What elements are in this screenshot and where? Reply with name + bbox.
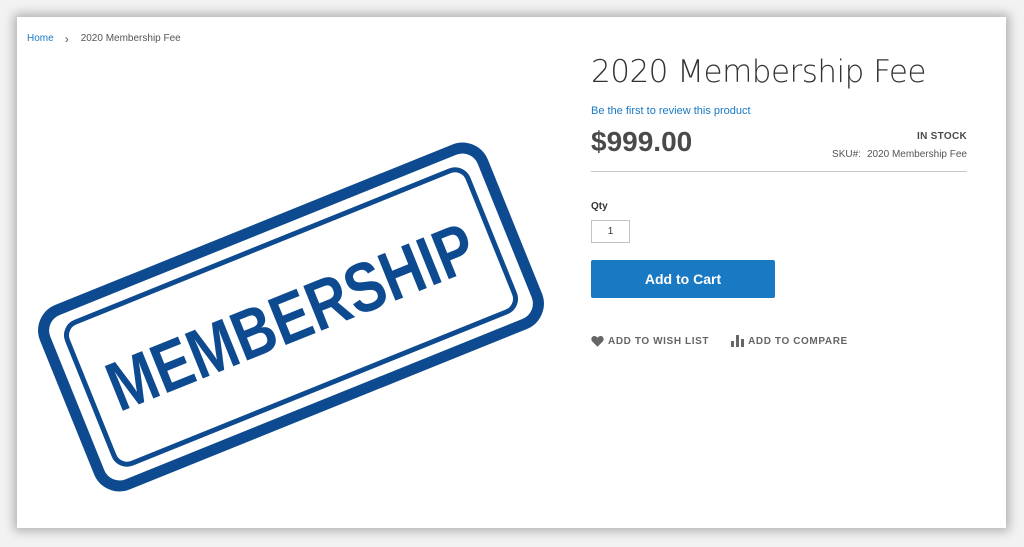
stock-status: IN STOCK bbox=[917, 131, 967, 142]
breadcrumb-current: 2020 Membership Fee bbox=[80, 33, 181, 44]
review-link[interactable]: Be the first to review this product bbox=[591, 105, 751, 117]
sku-label: SKU#: bbox=[832, 149, 861, 160]
breadcrumb: Home › 2020 Membership Fee bbox=[27, 31, 181, 46]
bar-chart-icon bbox=[731, 335, 745, 347]
membership-stamp-image: MEMBERSHIP bbox=[38, 142, 544, 492]
add-to-cart-button[interactable]: Add to Cart bbox=[591, 260, 775, 298]
breadcrumb-home-link[interactable]: Home bbox=[27, 33, 54, 44]
sku-value: 2020 Membership Fee bbox=[866, 149, 967, 160]
stamp-text: MEMBERSHIP bbox=[96, 208, 487, 426]
product-image[interactable]: MEMBERSHIP bbox=[35, 142, 547, 492]
page-frame: Home › 2020 Membership Fee MEMBERSHIP 20… bbox=[17, 17, 1006, 528]
divider bbox=[591, 171, 967, 172]
product-price: $999.00 bbox=[591, 126, 693, 157]
product-sku: SKU#: 2020 Membership Fee bbox=[832, 149, 967, 160]
qty-label: Qty bbox=[591, 201, 608, 212]
product-actions: ADD TO WISH LIST ADD TO COMPARE bbox=[591, 335, 848, 347]
wish-list-label: ADD TO WISH LIST bbox=[608, 335, 710, 347]
page-title: 2020 Membership Fee bbox=[591, 54, 926, 90]
qty-input[interactable] bbox=[591, 220, 630, 243]
chevron-right-icon: › bbox=[64, 31, 69, 46]
add-to-compare-link[interactable]: ADD TO COMPARE bbox=[731, 335, 848, 347]
heart-icon bbox=[591, 335, 604, 347]
add-to-wish-list-link[interactable]: ADD TO WISH LIST bbox=[591, 335, 709, 347]
compare-label: ADD TO COMPARE bbox=[748, 335, 848, 347]
